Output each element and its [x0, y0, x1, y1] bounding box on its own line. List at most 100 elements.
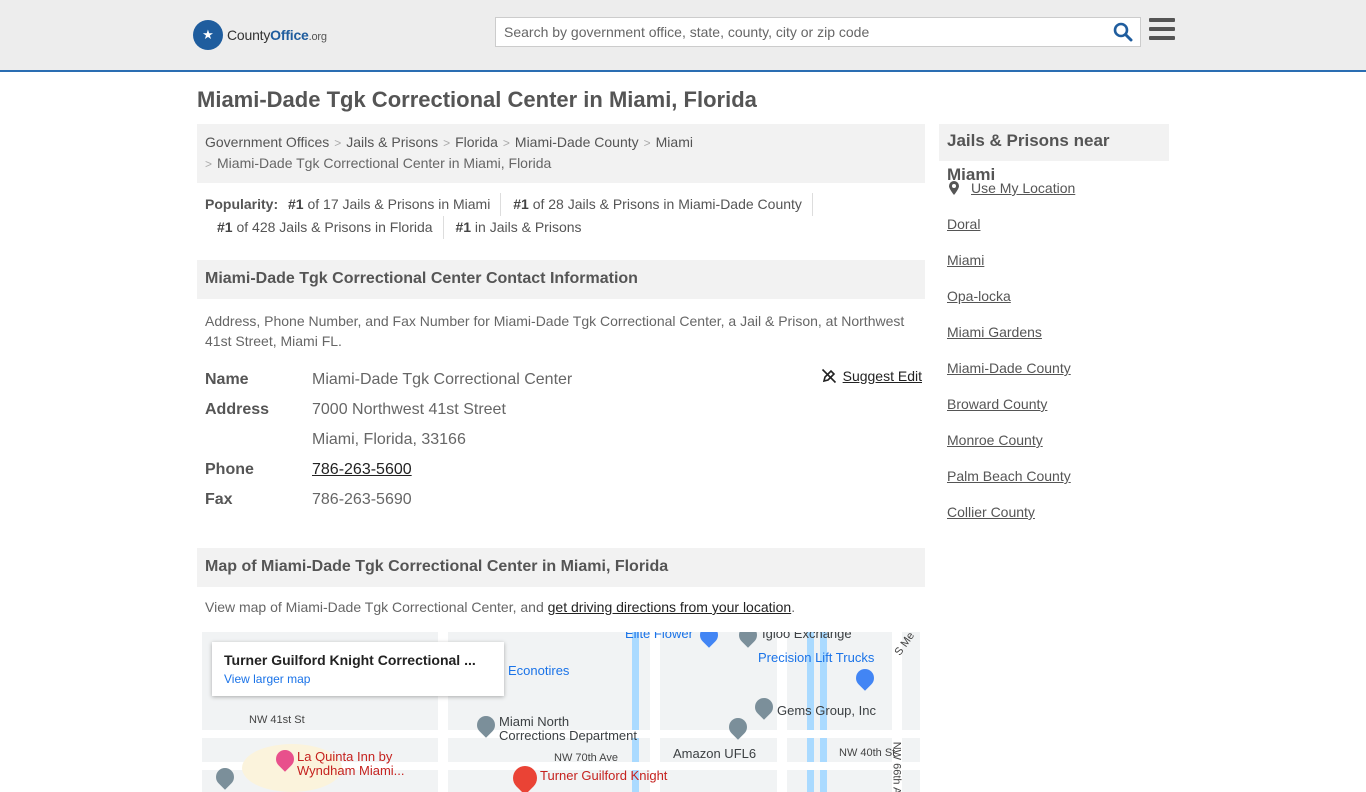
edit-off-icon: [821, 368, 836, 384]
breadcrumb-government-offices[interactable]: Government Offices: [205, 134, 329, 150]
logo-eagle-icon: ★: [193, 20, 223, 50]
hamburger-menu-icon[interactable]: [1149, 18, 1175, 44]
location-pin-icon: [949, 181, 959, 195]
map-label: Corrections Department: [499, 728, 637, 743]
map-label: Miami North: [499, 714, 570, 729]
map-label: La Quinta Inn by: [297, 749, 393, 764]
map-label: NW 70th Ave: [554, 752, 618, 764]
site-logo[interactable]: ★ CountyOffice.org: [193, 19, 327, 51]
map-label: Precision Lift Trucks: [758, 650, 875, 665]
sidebar-item: Opa-locka: [947, 278, 1161, 314]
sidebar-item: Doral: [947, 206, 1161, 242]
map-card-title: Turner Guilford Knight Correctional ...: [224, 652, 476, 668]
phone-link[interactable]: 786-263-5600: [312, 461, 412, 478]
search-button[interactable]: [1106, 18, 1140, 46]
contact-description: Address, Phone Number, and Fax Number fo…: [205, 313, 905, 349]
sidebar-item: Miami Gardens: [947, 314, 1161, 350]
map-heading: Map of Miami-Dade Tgk Correctional Cente…: [197, 548, 925, 587]
map-pin-icon[interactable]: [735, 632, 761, 648]
breadcrumb-florida[interactable]: Florida: [455, 134, 498, 150]
map-pin-icon[interactable]: [751, 694, 777, 720]
phone-row: Phone 786-263-5600: [205, 455, 917, 485]
popularity-rank: #1: [513, 196, 529, 212]
popularity-text: of 428 Jails & Prisons in Florida: [236, 219, 433, 235]
map-description-text: View map of Miami-Dade Tgk Correctional …: [205, 599, 548, 615]
breadcrumb-miami-dade-county[interactable]: Miami-Dade County: [515, 134, 639, 150]
map-pin-icon[interactable]: [696, 632, 722, 648]
map-label: Gems Group, Inc: [777, 703, 876, 718]
breadcrumb: Government Offices > Jails & Prisons > Flori…: [197, 124, 925, 183]
sidebar-item: Miami: [947, 242, 1161, 278]
suggest-edit-label: Suggest Edit: [842, 368, 922, 384]
map-label: NW 40th St: [839, 747, 896, 759]
popularity: Popularity: #1 of 17 Jails & Prisons in …: [197, 183, 925, 239]
map-label: Turner Guilford Knight: [540, 768, 668, 783]
map-label: Igloo Exchange: [762, 632, 852, 641]
breadcrumb-separator: >: [443, 136, 451, 150]
address-line2: Miami, Florida, 33166: [312, 431, 466, 448]
sidebar-item-use-location: Use My Location: [947, 170, 1161, 206]
sidebar-link-miami[interactable]: Miami: [947, 252, 984, 268]
popularity-text: in Jails & Prisons: [474, 219, 582, 235]
sidebar-link-palm-beach-county[interactable]: Palm Beach County: [947, 468, 1071, 484]
map-label: NW 66th A: [890, 741, 903, 792]
sidebar-item: Miami-Dade County: [947, 350, 1161, 386]
popularity-text: of 28 Jails & Prisons in Miami-Dade Coun…: [532, 196, 802, 212]
top-header: ★ CountyOffice.org: [0, 0, 1366, 72]
map-label: NW 41st St: [249, 714, 305, 726]
map-label: Amazon UFL6: [673, 746, 757, 761]
address-line1: 7000 Northwest 41st Street: [312, 401, 506, 418]
use-my-location-link[interactable]: Use My Location: [971, 170, 1075, 206]
search-bar: [495, 17, 1141, 47]
sidebar-link-doral[interactable]: Doral: [947, 216, 980, 232]
sidebar-list: Use My Location Doral Miami Opa-locka Mi…: [939, 170, 1169, 530]
sidebar-link-miami-dade-county[interactable]: Miami-Dade County: [947, 360, 1071, 376]
breadcrumb-miami[interactable]: Miami: [656, 134, 693, 150]
driving-directions-link[interactable]: get driving directions from your locatio…: [548, 599, 792, 615]
sidebar-item: Collier County: [947, 494, 1161, 530]
sidebar-link-collier-county[interactable]: Collier County: [947, 504, 1035, 520]
name-row: Name Miami-Dade Tgk Correctional Center: [205, 365, 917, 395]
phone-label: Phone: [205, 461, 254, 478]
suggest-edit-button[interactable]: Suggest Edit: [821, 368, 922, 384]
sidebar-link-monroe-county[interactable]: Monroe County: [947, 432, 1043, 448]
popularity-rank: #1: [217, 219, 233, 235]
map-pin-icon[interactable]: [852, 665, 878, 691]
page-title: Miami-Dade Tgk Correctional Center in Mi…: [197, 87, 757, 112]
sidebar-item: Broward County: [947, 386, 1161, 422]
popularity-label: Popularity:: [205, 196, 279, 212]
view-larger-map-link[interactable]: View larger map: [224, 672, 492, 686]
fax-label: Fax: [205, 491, 233, 508]
embedded-map[interactable]: Elite Flower Igloo Exchange S Me Precisi…: [202, 632, 920, 792]
map-info-card: Turner Guilford Knight Correctional ... …: [212, 642, 504, 696]
breadcrumb-separator: >: [502, 136, 510, 150]
sidebar-link-opa-locka[interactable]: Opa-locka: [947, 288, 1011, 304]
logo-text: CountyOffice.org: [227, 27, 327, 43]
address-label: Address: [205, 401, 270, 418]
address-row-2: Miami, Florida, 33166: [205, 425, 917, 455]
sidebar-heading: Jails & Prisons near Miami: [939, 124, 1169, 184]
fax-row: Fax 786-263-5690: [205, 485, 917, 515]
contact-info: Suggest Edit Name Miami-Dade Tgk Correcti…: [197, 351, 925, 515]
main-content: Miami-Dade Tgk Correctional Center in Mi…: [197, 84, 925, 792]
search-input[interactable]: [496, 18, 1106, 46]
address-row: Address 7000 Northwest 41st Street: [205, 395, 917, 425]
popularity-item: #1 of 17 Jails & Prisons in Miami: [288, 193, 502, 216]
sidebar-link-broward-county[interactable]: Broward County: [947, 396, 1047, 412]
logo-text-domain: .org: [308, 31, 327, 43]
sidebar-link-miami-gardens[interactable]: Miami Gardens: [947, 324, 1042, 340]
breadcrumb-jails-prisons[interactable]: Jails & Prisons: [346, 134, 438, 150]
sidebar-item: Monroe County: [947, 422, 1161, 458]
search-icon: [1113, 22, 1133, 42]
address-spacer: [205, 425, 312, 455]
map-label: Wyndham Miami...: [297, 763, 405, 778]
breadcrumb-separator: >: [334, 136, 342, 150]
sidebar-item: Palm Beach County: [947, 458, 1161, 494]
map-label: Econotires: [508, 663, 570, 678]
contact-heading: Miami-Dade Tgk Correctional Center Conta…: [197, 260, 925, 299]
popularity-text: of 17 Jails & Prisons in Miami: [307, 196, 491, 212]
popularity-rank: #1: [455, 219, 472, 235]
map-description-suffix: .: [791, 599, 796, 615]
map-label: Elite Flower: [625, 632, 693, 641]
popularity-item: #1 in Jails & Prisons: [455, 216, 591, 239]
